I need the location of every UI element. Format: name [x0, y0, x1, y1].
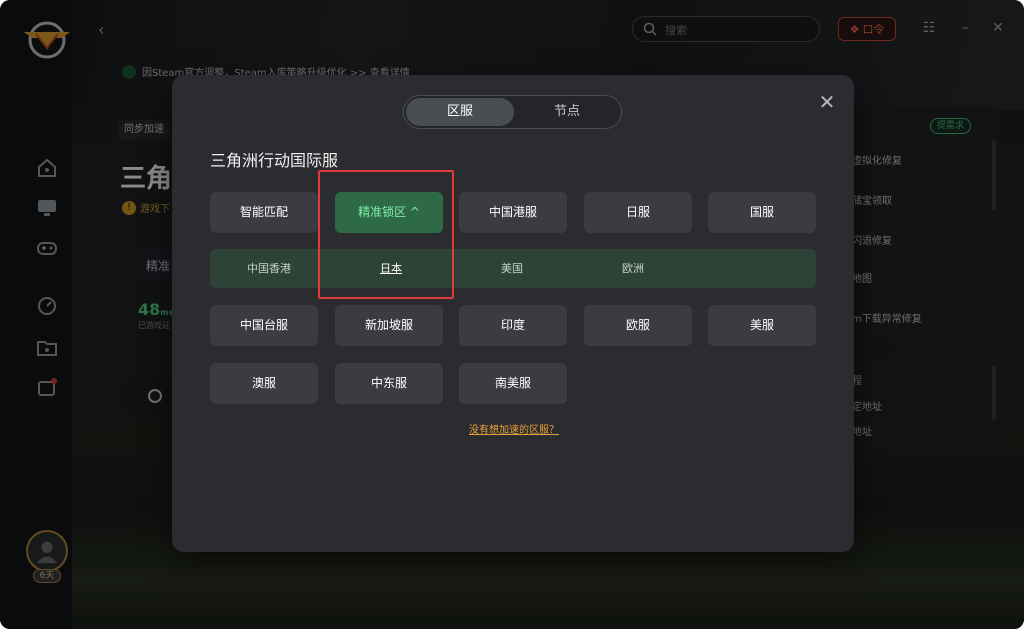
region-button-precise-lock[interactable]: 精准锁区 ^ — [335, 192, 443, 233]
region-button-jp[interactable]: 日服 — [584, 192, 692, 233]
region-button-au[interactable]: 澳服 — [210, 363, 318, 404]
region-button-me[interactable]: 中东服 — [335, 363, 443, 404]
region-button-hk[interactable]: 中国港服 — [459, 192, 567, 233]
subregion-usa[interactable]: 美国 — [501, 249, 523, 288]
app-window: 6天 ‹ 搜索 ❖ 口令 ☷ – ✕ 因Steam官方调整，Steam入库策略升… — [0, 0, 1024, 629]
region-button-cn[interactable]: 国服 — [708, 192, 816, 233]
tab-server[interactable]: 区服 — [406, 98, 514, 126]
region-button-eu[interactable]: 欧服 — [584, 305, 692, 346]
region-button-sg[interactable]: 新加坡服 — [335, 305, 443, 346]
region-button-tw[interactable]: 中国台服 — [210, 305, 318, 346]
region-button-in[interactable]: 印度 — [459, 305, 567, 346]
region-select-dialog: ✕ 区服 节点 三角洲行动国际服 智能匹配 精准锁区 ^ 中国港服 日服 国服 … — [172, 75, 854, 552]
tab-node[interactable]: 节点 — [513, 98, 621, 126]
subregion-japan[interactable]: 日本 — [380, 249, 402, 288]
tab-bar: 区服 节点 — [403, 95, 622, 129]
subregion-hongkong[interactable]: 中国香港 — [247, 249, 291, 288]
region-button-sa[interactable]: 南美服 — [459, 363, 567, 404]
dialog-title: 三角洲行动国际服 — [210, 151, 339, 170]
missing-region-link[interactable]: 没有想加速的区服？ — [469, 421, 559, 436]
region-button-smart[interactable]: 智能匹配 — [210, 192, 318, 233]
dialog-close-icon[interactable]: ✕ — [818, 92, 836, 112]
precise-lock-subregions: 中国香港 日本 美国 欧洲 — [210, 249, 816, 288]
subregion-europe[interactable]: 欧洲 — [622, 249, 644, 288]
region-button-us[interactable]: 美服 — [708, 305, 816, 346]
